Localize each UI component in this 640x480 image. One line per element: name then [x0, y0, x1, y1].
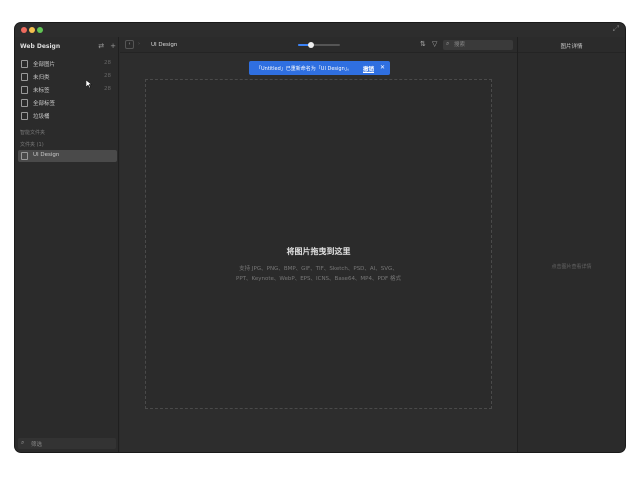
sidebar-item-count: 28 [104, 60, 111, 66]
swap-icon[interactable]: ⇄ [98, 42, 104, 50]
sidebar-item-label: 全部图片 [33, 62, 56, 68]
sidebar-item-trash[interactable]: 垃圾桶 [18, 110, 117, 122]
trash-icon [21, 112, 28, 120]
sidebar-item-count: 28 [104, 86, 111, 92]
zoom-window-button[interactable] [37, 27, 43, 33]
images-icon [21, 60, 28, 68]
breadcrumb: UI Design [151, 42, 178, 48]
supported-formats-line: PPT、Keynote、WebP、EPS、ICNS、Base64、MP4、PDF… [236, 276, 401, 282]
library-title[interactable]: Web Design [20, 43, 60, 50]
tag-icon [21, 99, 28, 107]
search-field[interactable]: ⌕ [443, 40, 513, 50]
untagged-icon [21, 86, 28, 94]
mouse-cursor-icon [86, 80, 92, 88]
drop-zone-title: 将图片拖曳到这里 [286, 247, 351, 256]
search-icon: ⌕ [446, 40, 450, 47]
uncategorized-icon [21, 73, 28, 81]
close-icon[interactable]: ✕ [380, 64, 385, 71]
smart-folders-heading[interactable]: 智能文件夹 [20, 129, 45, 136]
back-button[interactable]: ‹ [125, 40, 134, 49]
sidebar-header: Web Design ⇄ + [20, 42, 116, 55]
sidebar-folder-ui-design[interactable]: UI Design [18, 150, 117, 162]
titlebar: ⤢ [15, 23, 625, 37]
sidebar-item-all-images[interactable]: 全部图片 28 [18, 58, 117, 70]
sidebar-item-all-tags[interactable]: 全部标签 [18, 97, 117, 109]
sidebar-filter[interactable]: ⌕ 筛选 [18, 438, 116, 449]
notification-message: 「Untitled」已重新命名为「UI Design」。 [256, 66, 353, 72]
zoom-slider[interactable] [298, 44, 340, 46]
details-header: 图片详情 [518, 37, 625, 53]
zoom-slider-handle[interactable] [307, 42, 314, 48]
sidebar-item-uncategorized[interactable]: 未归类 28 [18, 71, 117, 83]
folders-heading[interactable]: 文件夹 (1) [20, 141, 44, 148]
forward-button[interactable]: › [138, 40, 140, 49]
supported-formats-line: 支持 JPG、PNG、BMP、GIF、TIF、Sketch、PSD、AI、SVG… [239, 266, 398, 272]
rename-notification: 「Untitled」已重新命名为「UI Design」。 撤销 ✕ [249, 61, 390, 75]
sidebar-item-label: 未标签 [33, 88, 50, 94]
search-input[interactable] [454, 41, 510, 49]
main-content: ‹ › UI Design ⇅ ▽ ⌕ 「Untitled」已重新命名为「UI … [120, 37, 517, 452]
expand-icon[interactable]: ⤢ [613, 24, 619, 34]
undo-button[interactable]: 撤销 [363, 65, 374, 73]
folder-label: UI Design [33, 152, 60, 158]
app-window: ⤢ Web Design ⇄ + 全部图片 28 未归类 28 未标签 28 全部… [15, 23, 625, 452]
folder-icon [21, 152, 28, 160]
minimize-window-button[interactable] [29, 27, 35, 33]
toolbar: ‹ › UI Design ⇅ ▽ ⌕ [120, 37, 517, 53]
search-icon: ⌕ [21, 439, 25, 446]
add-icon[interactable]: + [110, 42, 116, 50]
sidebar: Web Design ⇄ + 全部图片 28 未归类 28 未标签 28 全部标签… [15, 37, 119, 452]
sidebar-item-count: 28 [104, 73, 111, 79]
filter-icon[interactable]: ▽ [432, 40, 437, 48]
details-empty-text: 点击图片查看详情 [551, 264, 592, 270]
sidebar-item-untagged[interactable]: 未标签 28 [18, 84, 117, 96]
details-title: 图片详情 [560, 44, 583, 50]
sort-icon[interactable]: ⇅ [420, 40, 426, 48]
filter-placeholder: 筛选 [31, 442, 43, 448]
sidebar-item-label: 全部标签 [33, 101, 56, 107]
sidebar-item-label: 垃圾桶 [33, 114, 50, 120]
details-panel: 图片详情 点击图片查看详情 [517, 37, 625, 452]
image-drop-zone[interactable]: 将图片拖曳到这里 支持 JPG、PNG、BMP、GIF、TIF、Sketch、P… [145, 79, 492, 409]
close-window-button[interactable] [21, 27, 27, 33]
sidebar-item-label: 未归类 [33, 75, 50, 81]
